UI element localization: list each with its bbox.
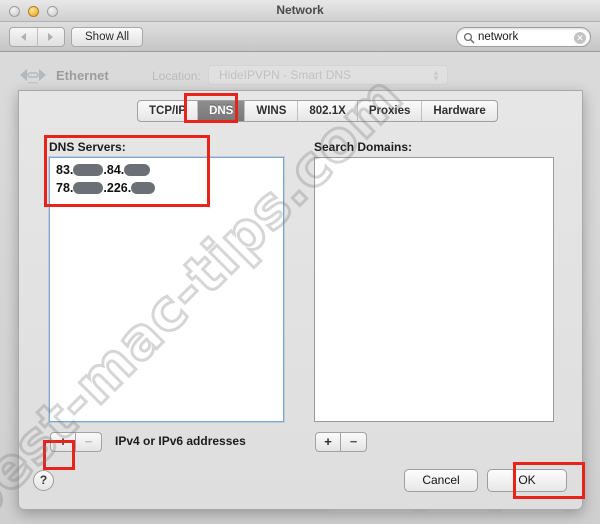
forward-button[interactable] bbox=[38, 28, 65, 46]
dns-octet: .84. bbox=[103, 163, 125, 177]
dns-add-button[interactable]: + bbox=[50, 432, 76, 452]
interface-header: Ethernet bbox=[18, 64, 109, 86]
search-domain-remove-button[interactable]: − bbox=[341, 432, 367, 452]
search-domains-list[interactable] bbox=[314, 157, 554, 422]
dns-octet: .226. bbox=[103, 181, 132, 195]
dns-octet: 78. bbox=[56, 181, 74, 195]
dns-server-entry[interactable]: 78. .226. bbox=[56, 181, 156, 195]
search-icon bbox=[463, 32, 475, 44]
show-all-button[interactable]: Show All bbox=[71, 27, 144, 47]
settings-tab-bar: TCP/IP DNS WINS 802.1X Proxies Hardware bbox=[137, 100, 498, 122]
dns-server-entry[interactable]: 83. .84. bbox=[56, 163, 151, 177]
redaction-block bbox=[73, 164, 104, 176]
search-input[interactable]: network bbox=[478, 31, 518, 43]
chevron-right-icon bbox=[48, 33, 54, 41]
window-title: Network bbox=[276, 3, 324, 17]
tab-proxies[interactable]: Proxies bbox=[358, 101, 423, 121]
navigation-segmented-control bbox=[9, 27, 65, 47]
dns-servers-list[interactable]: 83. .84. 78. .226. bbox=[49, 157, 284, 422]
tab-wins[interactable]: WINS bbox=[245, 101, 299, 121]
location-label: Location: bbox=[152, 69, 201, 83]
network-preferences-window: Network Show All network ✕ Ethernet Loca… bbox=[0, 0, 600, 524]
ok-button[interactable]: OK bbox=[487, 469, 567, 492]
location-popup-button[interactable]: HideIPVPN - Smart DNS ▲ ▼ bbox=[208, 65, 448, 85]
chevron-left-icon bbox=[20, 33, 26, 41]
location-value: HideIPVPN - Smart DNS bbox=[219, 68, 352, 82]
tab-dns[interactable]: DNS bbox=[198, 101, 246, 121]
toolbar: Show All network ✕ bbox=[0, 22, 600, 52]
dns-address-hint: IPv4 or IPv6 addresses bbox=[115, 434, 246, 448]
search-domain-add-button[interactable]: + bbox=[315, 432, 341, 452]
search-domains-label: Search Domains: bbox=[314, 140, 413, 154]
clear-icon[interactable]: ✕ bbox=[574, 32, 586, 44]
help-button[interactable]: ? bbox=[33, 470, 54, 491]
interface-label: Ethernet bbox=[56, 67, 109, 83]
dns-servers-label: DNS Servers: bbox=[49, 140, 126, 154]
chevron-updown-icon: ▲ ▼ bbox=[432, 68, 440, 83]
tab-802-1x[interactable]: 802.1X bbox=[298, 101, 358, 121]
dns-octet: 83. bbox=[56, 163, 74, 177]
redaction-block bbox=[73, 182, 104, 194]
search-field[interactable]: network ✕ bbox=[456, 27, 591, 47]
cancel-button[interactable]: Cancel bbox=[404, 469, 478, 492]
dns-settings-sheet: TCP/IP DNS WINS 802.1X Proxies Hardware DNS S… bbox=[18, 90, 583, 510]
redaction-block bbox=[124, 164, 151, 176]
ethernet-icon bbox=[20, 69, 46, 84]
dns-remove-button[interactable]: − bbox=[76, 432, 102, 452]
tab-tcp-ip[interactable]: TCP/IP bbox=[138, 101, 199, 121]
redaction-block bbox=[131, 182, 156, 194]
title-bar: Network bbox=[0, 0, 600, 22]
tab-hardware[interactable]: Hardware bbox=[422, 101, 496, 121]
back-button[interactable] bbox=[10, 28, 38, 46]
